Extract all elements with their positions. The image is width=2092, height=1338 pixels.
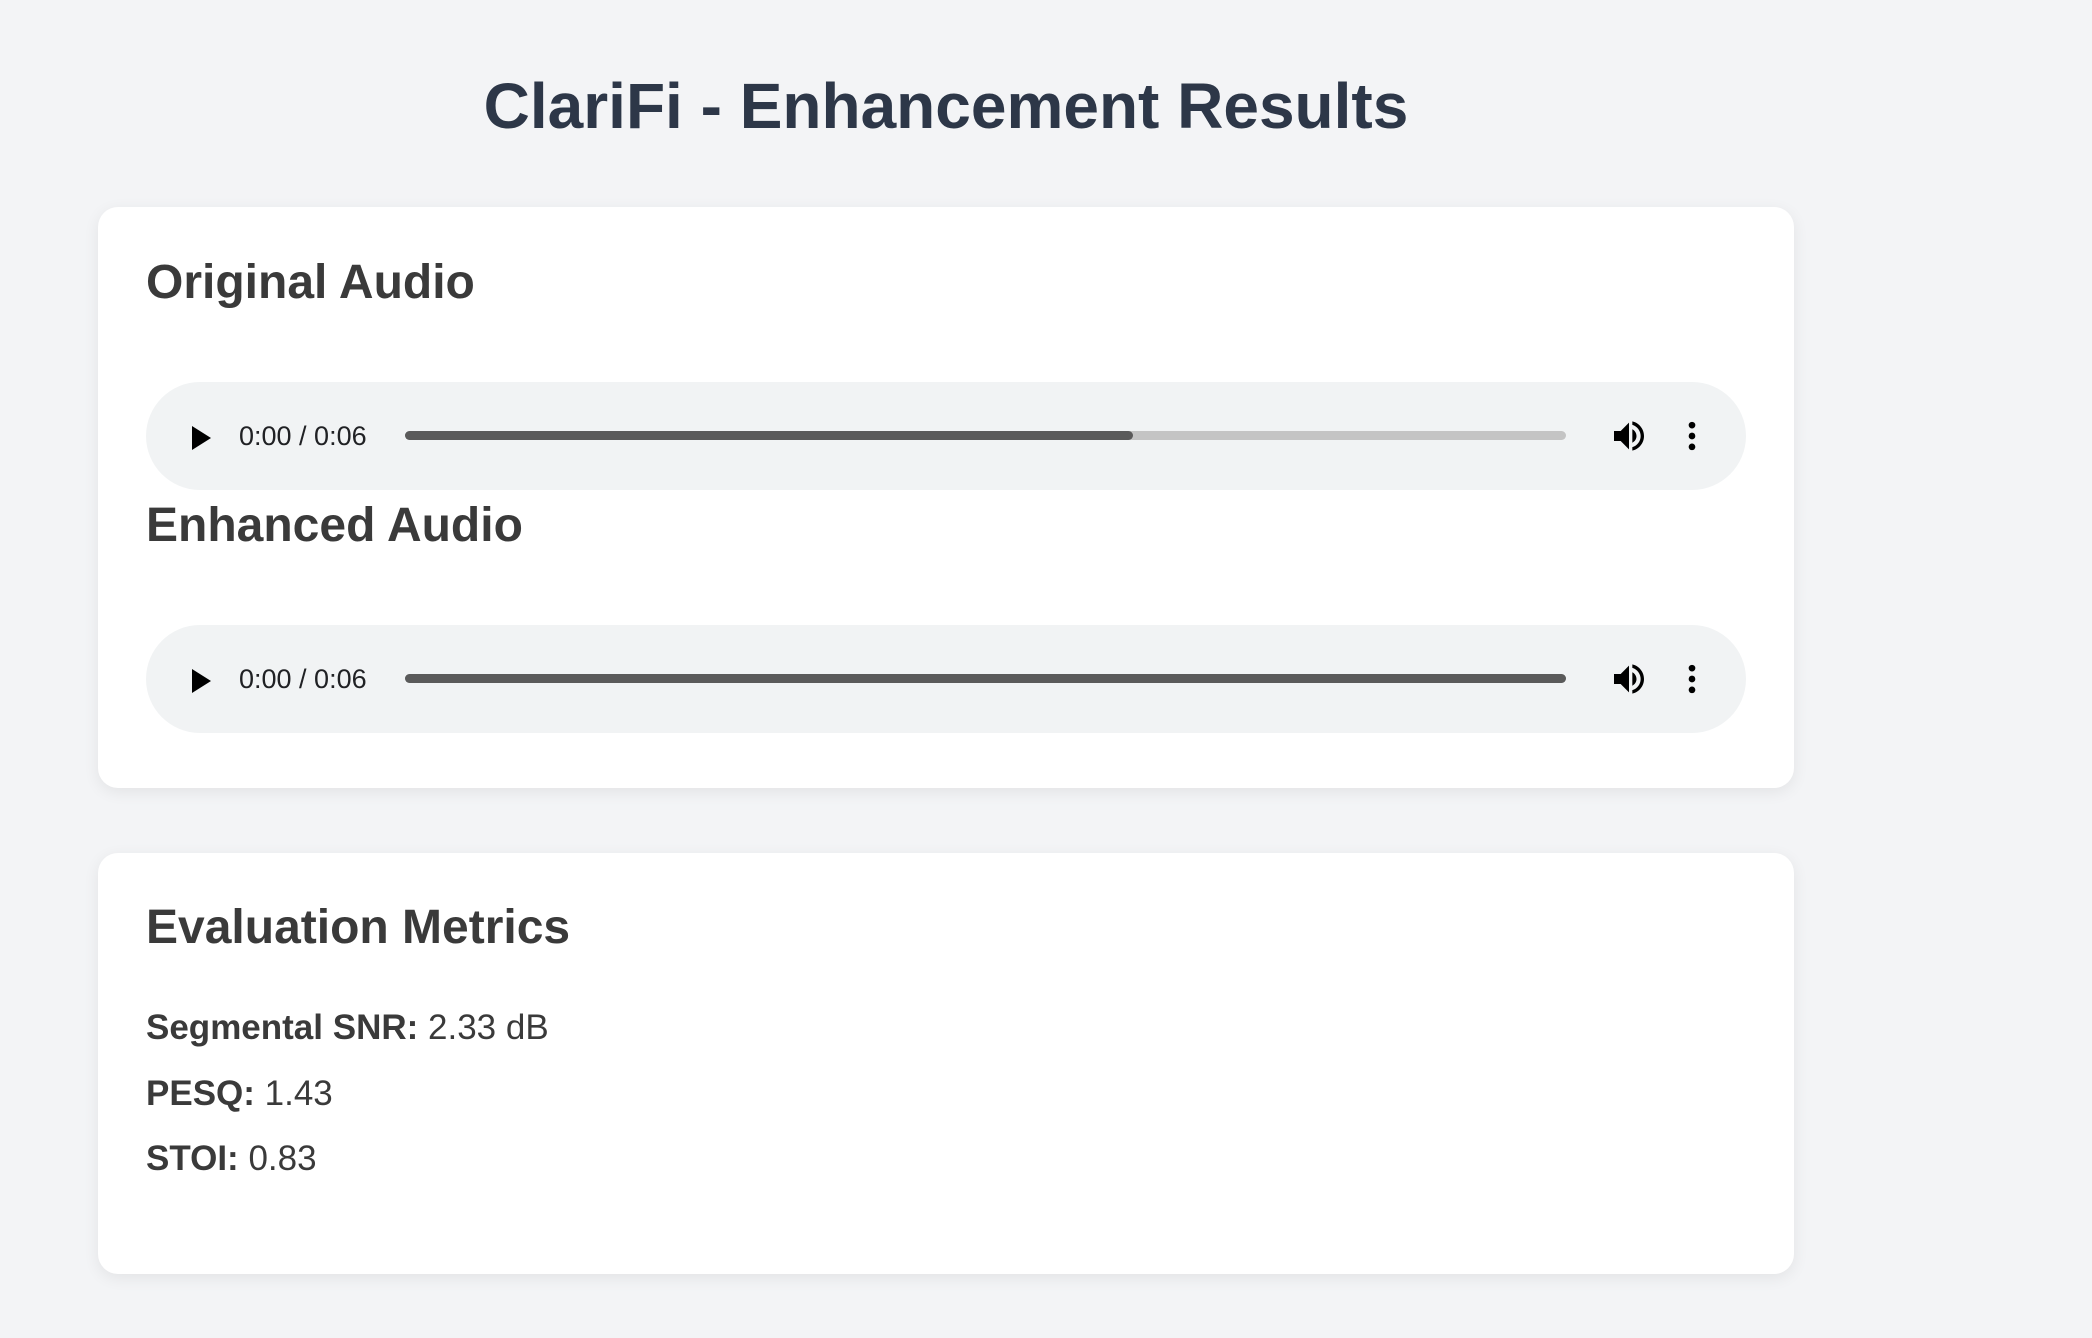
enhanced-audio-player: 0:00 / 0:06	[146, 625, 1746, 733]
enhanced-seek-progress	[405, 674, 1566, 683]
metric-label: PESQ:	[146, 1074, 255, 1113]
page-title: ClariFi - Enhancement Results	[483, 70, 1409, 142]
metric-label: Segmental SNR:	[146, 1008, 419, 1047]
more-vert-icon	[1688, 421, 1696, 451]
metric-value: 0.83	[248, 1139, 317, 1178]
original-time-display: 0:00 / 0:06	[239, 421, 367, 451]
audio-card: Original Audio 0:00 / 0:06 Enhanced Audi…	[98, 207, 1794, 788]
metric-pesq: PESQ: 1.43	[146, 1072, 333, 1116]
metrics-card: Evaluation Metrics Segmental SNR: 2.33 d…	[98, 853, 1794, 1274]
more-vert-icon	[1688, 664, 1696, 694]
metric-segmental-snr: Segmental SNR: 2.33 dB	[146, 1006, 549, 1050]
original-more-options-button[interactable]	[1672, 416, 1712, 456]
enhanced-seek-bar[interactable]	[405, 674, 1566, 683]
enhanced-audio-heading: Enhanced Audio	[146, 499, 523, 552]
volume-icon	[1614, 421, 1644, 451]
enhanced-volume-button[interactable]	[1609, 659, 1649, 699]
volume-icon	[1614, 664, 1644, 694]
enhanced-play-button[interactable]	[180, 659, 220, 699]
metric-value: 2.33 dB	[428, 1008, 549, 1047]
original-audio-heading: Original Audio	[146, 256, 475, 309]
original-audio-player: 0:00 / 0:06	[146, 382, 1746, 490]
evaluation-metrics-heading: Evaluation Metrics	[146, 901, 571, 954]
metric-label: STOI:	[146, 1139, 239, 1178]
original-volume-button[interactable]	[1609, 416, 1649, 456]
metric-value: 1.43	[264, 1074, 333, 1113]
original-seek-progress	[405, 431, 1133, 440]
original-seek-bar[interactable]	[405, 431, 1566, 440]
metric-stoi: STOI: 0.83	[146, 1137, 317, 1181]
enhanced-time-display: 0:00 / 0:06	[239, 664, 367, 694]
enhanced-more-options-button[interactable]	[1672, 659, 1712, 699]
original-play-button[interactable]	[180, 416, 220, 456]
